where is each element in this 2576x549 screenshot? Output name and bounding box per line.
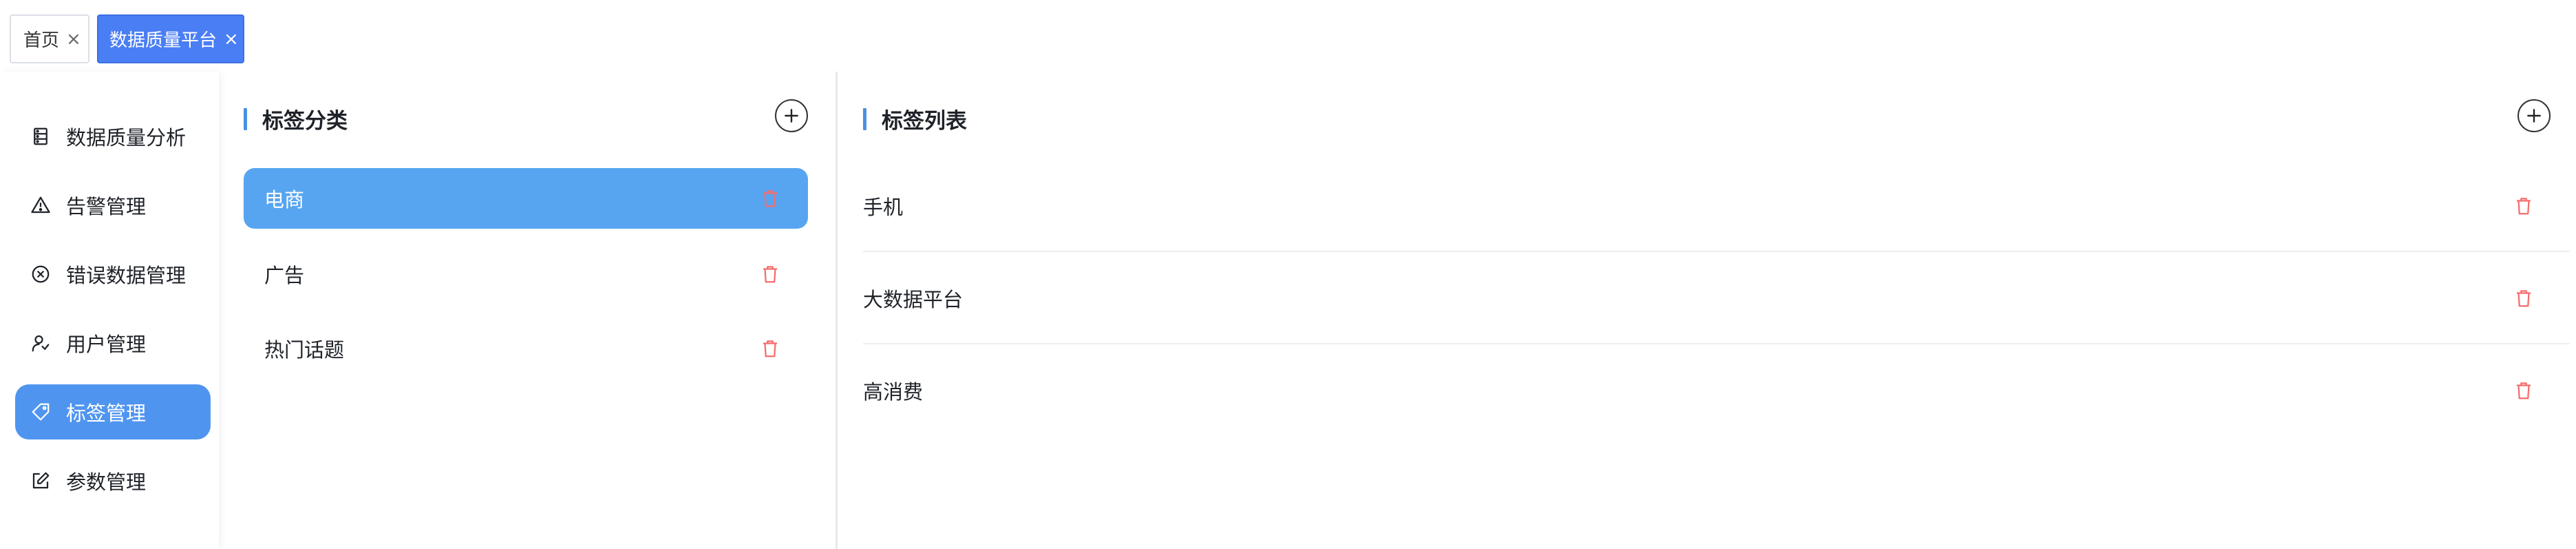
trash-icon[interactable] [760, 188, 780, 209]
tag-row-phone[interactable]: 手机 [863, 160, 2570, 252]
tab-data-quality-platform[interactable]: 数据质量平台 × [97, 14, 244, 63]
sidebar-item-label: 告警管理 [66, 195, 147, 218]
tag-icon [29, 400, 52, 424]
category-label: 广告 [264, 264, 305, 287]
trash-icon[interactable] [2513, 288, 2534, 309]
sidebar-item-label: 用户管理 [66, 333, 147, 356]
trash-icon[interactable] [760, 264, 780, 284]
tag-label: 大数据平台 [863, 288, 964, 311]
tab-bar: 首页 × 数据质量平台 × [0, 0, 2576, 72]
sidebar-item-error-data-management[interactable]: 错误数据管理 [15, 247, 211, 302]
add-tag-button[interactable] [2518, 99, 2551, 132]
tag-label: 手机 [863, 196, 904, 219]
tag-row-big-data-platform[interactable]: 大数据平台 [863, 252, 2570, 344]
category-item-hot-topics[interactable]: 热门话题 [244, 318, 808, 379]
tab-label: 数据质量平台 [109, 30, 217, 51]
tab-home[interactable]: 首页 × [10, 14, 89, 63]
error-circle-icon [29, 262, 52, 286]
tag-row-high-spending[interactable]: 高消费 [863, 344, 2570, 437]
sidebar-item-parameter-management[interactable]: 参数管理 [15, 453, 211, 508]
close-icon[interactable]: × [224, 30, 239, 48]
sidebar-item-user-management[interactable]: 用户管理 [15, 315, 211, 371]
category-item-ecommerce[interactable]: 电商 [244, 168, 808, 229]
tag-category-panel: 标签分类 电商 广告 热门话题 [227, 72, 833, 549]
title-accent-bar [863, 107, 866, 130]
tag-list-title-text: 标签列表 [882, 109, 967, 134]
tag-list-panel: 标签列表 手机 大数据平台 高消费 [844, 72, 2576, 549]
category-label: 电商 [264, 188, 305, 211]
sidebar-item-label: 错误数据管理 [66, 264, 187, 287]
category-label: 热门话题 [264, 338, 345, 362]
sidebar-item-label: 标签管理 [66, 402, 147, 425]
user-manage-icon [29, 331, 52, 355]
sidebar-item-label: 数据质量分析 [66, 126, 187, 149]
title-accent-bar [244, 107, 247, 130]
plus-icon [2527, 109, 2541, 123]
category-item-advertising[interactable]: 广告 [244, 244, 808, 304]
sidebar-item-tag-management[interactable]: 标签管理 [15, 384, 211, 439]
plus-icon [785, 109, 798, 123]
sidebar-item-alert-management[interactable]: 告警管理 [15, 178, 211, 233]
sidebar: 数据质量分析 告警管理 错误数据管理 用户管理 标签管理 参数管理 [0, 72, 219, 549]
tag-list-title: 标签列表 [863, 103, 967, 134]
trash-icon[interactable] [760, 338, 780, 359]
tab-label: 首页 [23, 30, 60, 51]
category-title-text: 标签分类 [262, 109, 348, 134]
sidebar-item-label: 参数管理 [66, 470, 147, 494]
database-icon [29, 125, 52, 148]
tag-label: 高消费 [863, 380, 924, 404]
trash-icon[interactable] [2513, 196, 2534, 216]
panel-divider [835, 72, 838, 549]
close-icon[interactable]: × [66, 30, 81, 48]
edit-icon [29, 469, 52, 493]
add-category-button[interactable] [775, 99, 808, 132]
category-title: 标签分类 [244, 103, 348, 134]
sidebar-item-data-quality-analysis[interactable]: 数据质量分析 [15, 109, 211, 164]
warning-icon [29, 194, 52, 217]
trash-icon[interactable] [2513, 380, 2534, 401]
